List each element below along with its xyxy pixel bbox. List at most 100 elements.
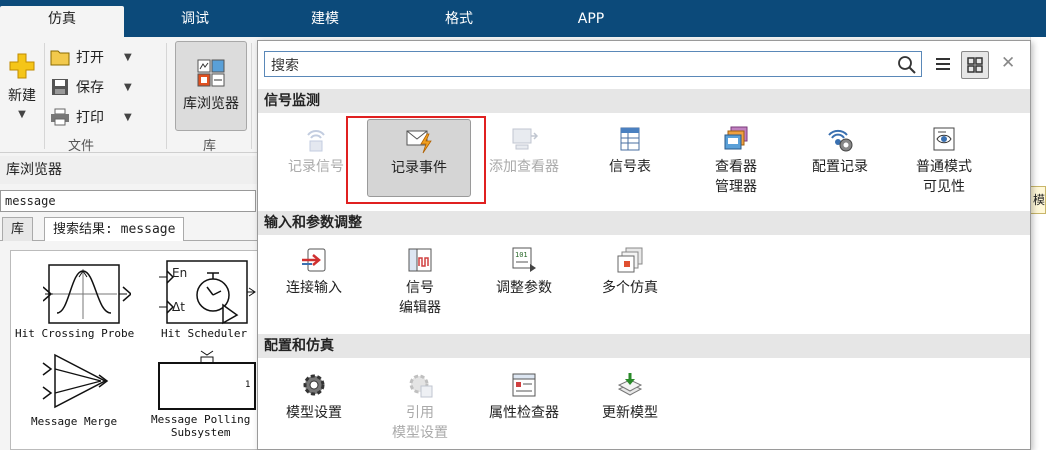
save-disk-icon: [52, 79, 68, 95]
connect-inputs-icon: [302, 248, 326, 272]
block-label-hit-crossing-probe: Hit Crossing Probe: [15, 327, 135, 340]
signal-editor-button[interactable]: 信号 编辑器: [368, 246, 472, 318]
multiple-simulations-icon: [617, 247, 643, 273]
ribbon: 新建 ▼ 打开 ▼ 保存 ▼ 打印 ▼ 文件 库浏览器 库: [0, 37, 258, 154]
svg-text:101: 101: [515, 251, 528, 259]
tab-apps[interactable]: APP: [536, 0, 646, 37]
gallery-search-field[interactable]: 搜索: [264, 51, 922, 77]
viewer-manager-label: 查看器 管理器: [715, 159, 757, 195]
close-icon[interactable]: ✕: [1001, 53, 1015, 73]
grid-view-button[interactable]: [961, 51, 989, 79]
model-settings-label: 模型设置: [286, 405, 342, 421]
add-viewer-label: 添加查看器: [489, 159, 559, 175]
signal-editor-label: 信号 编辑器: [399, 280, 441, 316]
tab-format[interactable]: 格式: [404, 0, 514, 37]
configure-logging-icon: [828, 129, 853, 152]
message-merge-block[interactable]: [41, 351, 111, 415]
print-label: 打印: [76, 110, 104, 126]
configure-logging-label: 配置记录: [812, 159, 868, 175]
list-view-icon[interactable]: [933, 53, 953, 75]
connect-inputs-label: 连接输入: [286, 280, 342, 296]
new-button[interactable]: 新建 ▼: [4, 51, 40, 120]
log-signal-button[interactable]: 记录信号: [264, 125, 368, 177]
model-settings-button[interactable]: 模型设置: [262, 371, 366, 423]
grid-view-icon: [967, 57, 983, 73]
add-viewer-icon: [512, 128, 538, 150]
new-plus-icon: [9, 53, 35, 79]
tab-search-results[interactable]: 搜索结果: message: [44, 217, 185, 241]
library-tabs: 库 搜索结果: message: [0, 217, 258, 241]
scheduler-en-label: En: [172, 266, 188, 280]
category-configure-simulate: 配置和仿真: [258, 334, 1030, 358]
chevron-down-icon[interactable]: ▼: [124, 52, 132, 63]
signal-table-button[interactable]: 信号表: [578, 125, 682, 177]
gallery-search-input[interactable]: 搜索: [271, 55, 299, 75]
update-model-label: 更新模型: [602, 405, 658, 421]
svg-text:1: 1: [245, 380, 250, 390]
hit-crossing-probe-block[interactable]: [42, 263, 133, 331]
folder-icon: [50, 50, 70, 66]
library-section-label: 库: [203, 139, 217, 154]
save-button[interactable]: 保存 ▼: [50, 77, 132, 97]
library-block-area: Hit Crossing Probe En Δt Hit Scheduler M…: [10, 250, 258, 450]
tab-debug[interactable]: 调试: [140, 0, 250, 37]
log-event-label: 记录事件: [391, 160, 447, 176]
library-browser-title: 库浏览器: [0, 156, 258, 184]
log-signal-icon: [307, 130, 325, 152]
log-event-button[interactable]: 记录事件: [367, 119, 471, 197]
tab-simulation[interactable]: 仿真: [0, 6, 124, 37]
signal-table-icon: [620, 127, 640, 151]
tab-library[interactable]: 库: [2, 217, 34, 241]
tune-parameters-button[interactable]: 101 调整参数: [472, 246, 576, 298]
block-label-message-polling-subsystem: Message Polling Subsystem: [151, 413, 251, 439]
normal-mode-visibility-icon: [933, 127, 955, 151]
category-inputs-parameter-tuning: 输入和参数调整: [258, 211, 1030, 235]
chevron-down-icon[interactable]: ▼: [124, 82, 132, 93]
hit-scheduler-block[interactable]: En Δt: [157, 259, 259, 329]
library-browser-icon: [197, 59, 225, 87]
printer-icon: [51, 108, 69, 126]
model-canvas: [1030, 37, 1046, 450]
divider: [44, 43, 45, 149]
print-button[interactable]: 打印 ▼: [50, 107, 132, 127]
configure-logging-button[interactable]: 配置记录: [788, 125, 892, 177]
top-tab-bar: 仿真 调试 建模 格式 APP: [0, 0, 1046, 37]
scheduler-dt-label: Δt: [172, 300, 185, 314]
file-section-label: 文件: [68, 139, 95, 154]
connect-inputs-button[interactable]: 连接输入: [262, 246, 366, 298]
normal-mode-visibility-label: 普通模式 可见性: [916, 159, 972, 195]
library-browser-button[interactable]: 库浏览器: [175, 41, 247, 131]
new-label: 新建: [8, 88, 36, 104]
update-model-button[interactable]: 更新模型: [578, 371, 682, 423]
referenced-model-settings-button[interactable]: 引用 模型设置: [368, 371, 472, 443]
open-button[interactable]: 打开 ▼: [50, 47, 132, 67]
gallery-popup: 搜索 ✕ 信号监测 记录信号 记录事件 添加查看器 信号表 查看器 管理器 配置…: [257, 40, 1031, 450]
gear-icon: [303, 374, 325, 396]
referenced-model-settings-icon: [409, 374, 433, 398]
tune-parameters-label: 调整参数: [496, 280, 552, 296]
chevron-down-icon[interactable]: ▼: [124, 112, 132, 123]
update-model-icon: [617, 373, 643, 396]
divider: [251, 43, 252, 149]
tune-parameters-icon: 101: [512, 247, 536, 272]
property-inspector-button[interactable]: 属性检查器: [472, 371, 576, 423]
viewer-manager-button[interactable]: 查看器 管理器: [684, 125, 788, 197]
message-polling-subsystem-block[interactable]: 1: [157, 349, 259, 415]
canvas-tab[interactable]: 模: [1030, 186, 1046, 214]
property-inspector-icon: [512, 373, 536, 397]
divider: [166, 43, 167, 149]
library-search-input[interactable]: message: [0, 190, 256, 212]
referenced-model-settings-label: 引用 模型设置: [392, 405, 448, 441]
category-signal-monitoring: 信号监测: [258, 89, 1030, 113]
message-polling-subsystem-icon: 1: [158, 350, 256, 410]
normal-mode-visibility-button[interactable]: 普通模式 可见性: [892, 125, 996, 197]
log-signal-label: 记录信号: [288, 159, 344, 175]
save-label: 保存: [76, 80, 104, 96]
chevron-down-icon[interactable]: ▼: [18, 109, 26, 120]
search-icon[interactable]: [897, 55, 917, 75]
tab-modeling[interactable]: 建模: [270, 0, 380, 37]
open-label: 打开: [76, 50, 104, 66]
add-viewer-button[interactable]: 添加查看器: [472, 125, 576, 177]
multiple-simulations-button[interactable]: 多个仿真: [578, 246, 682, 298]
library-browser-label: 库浏览器: [183, 96, 239, 112]
